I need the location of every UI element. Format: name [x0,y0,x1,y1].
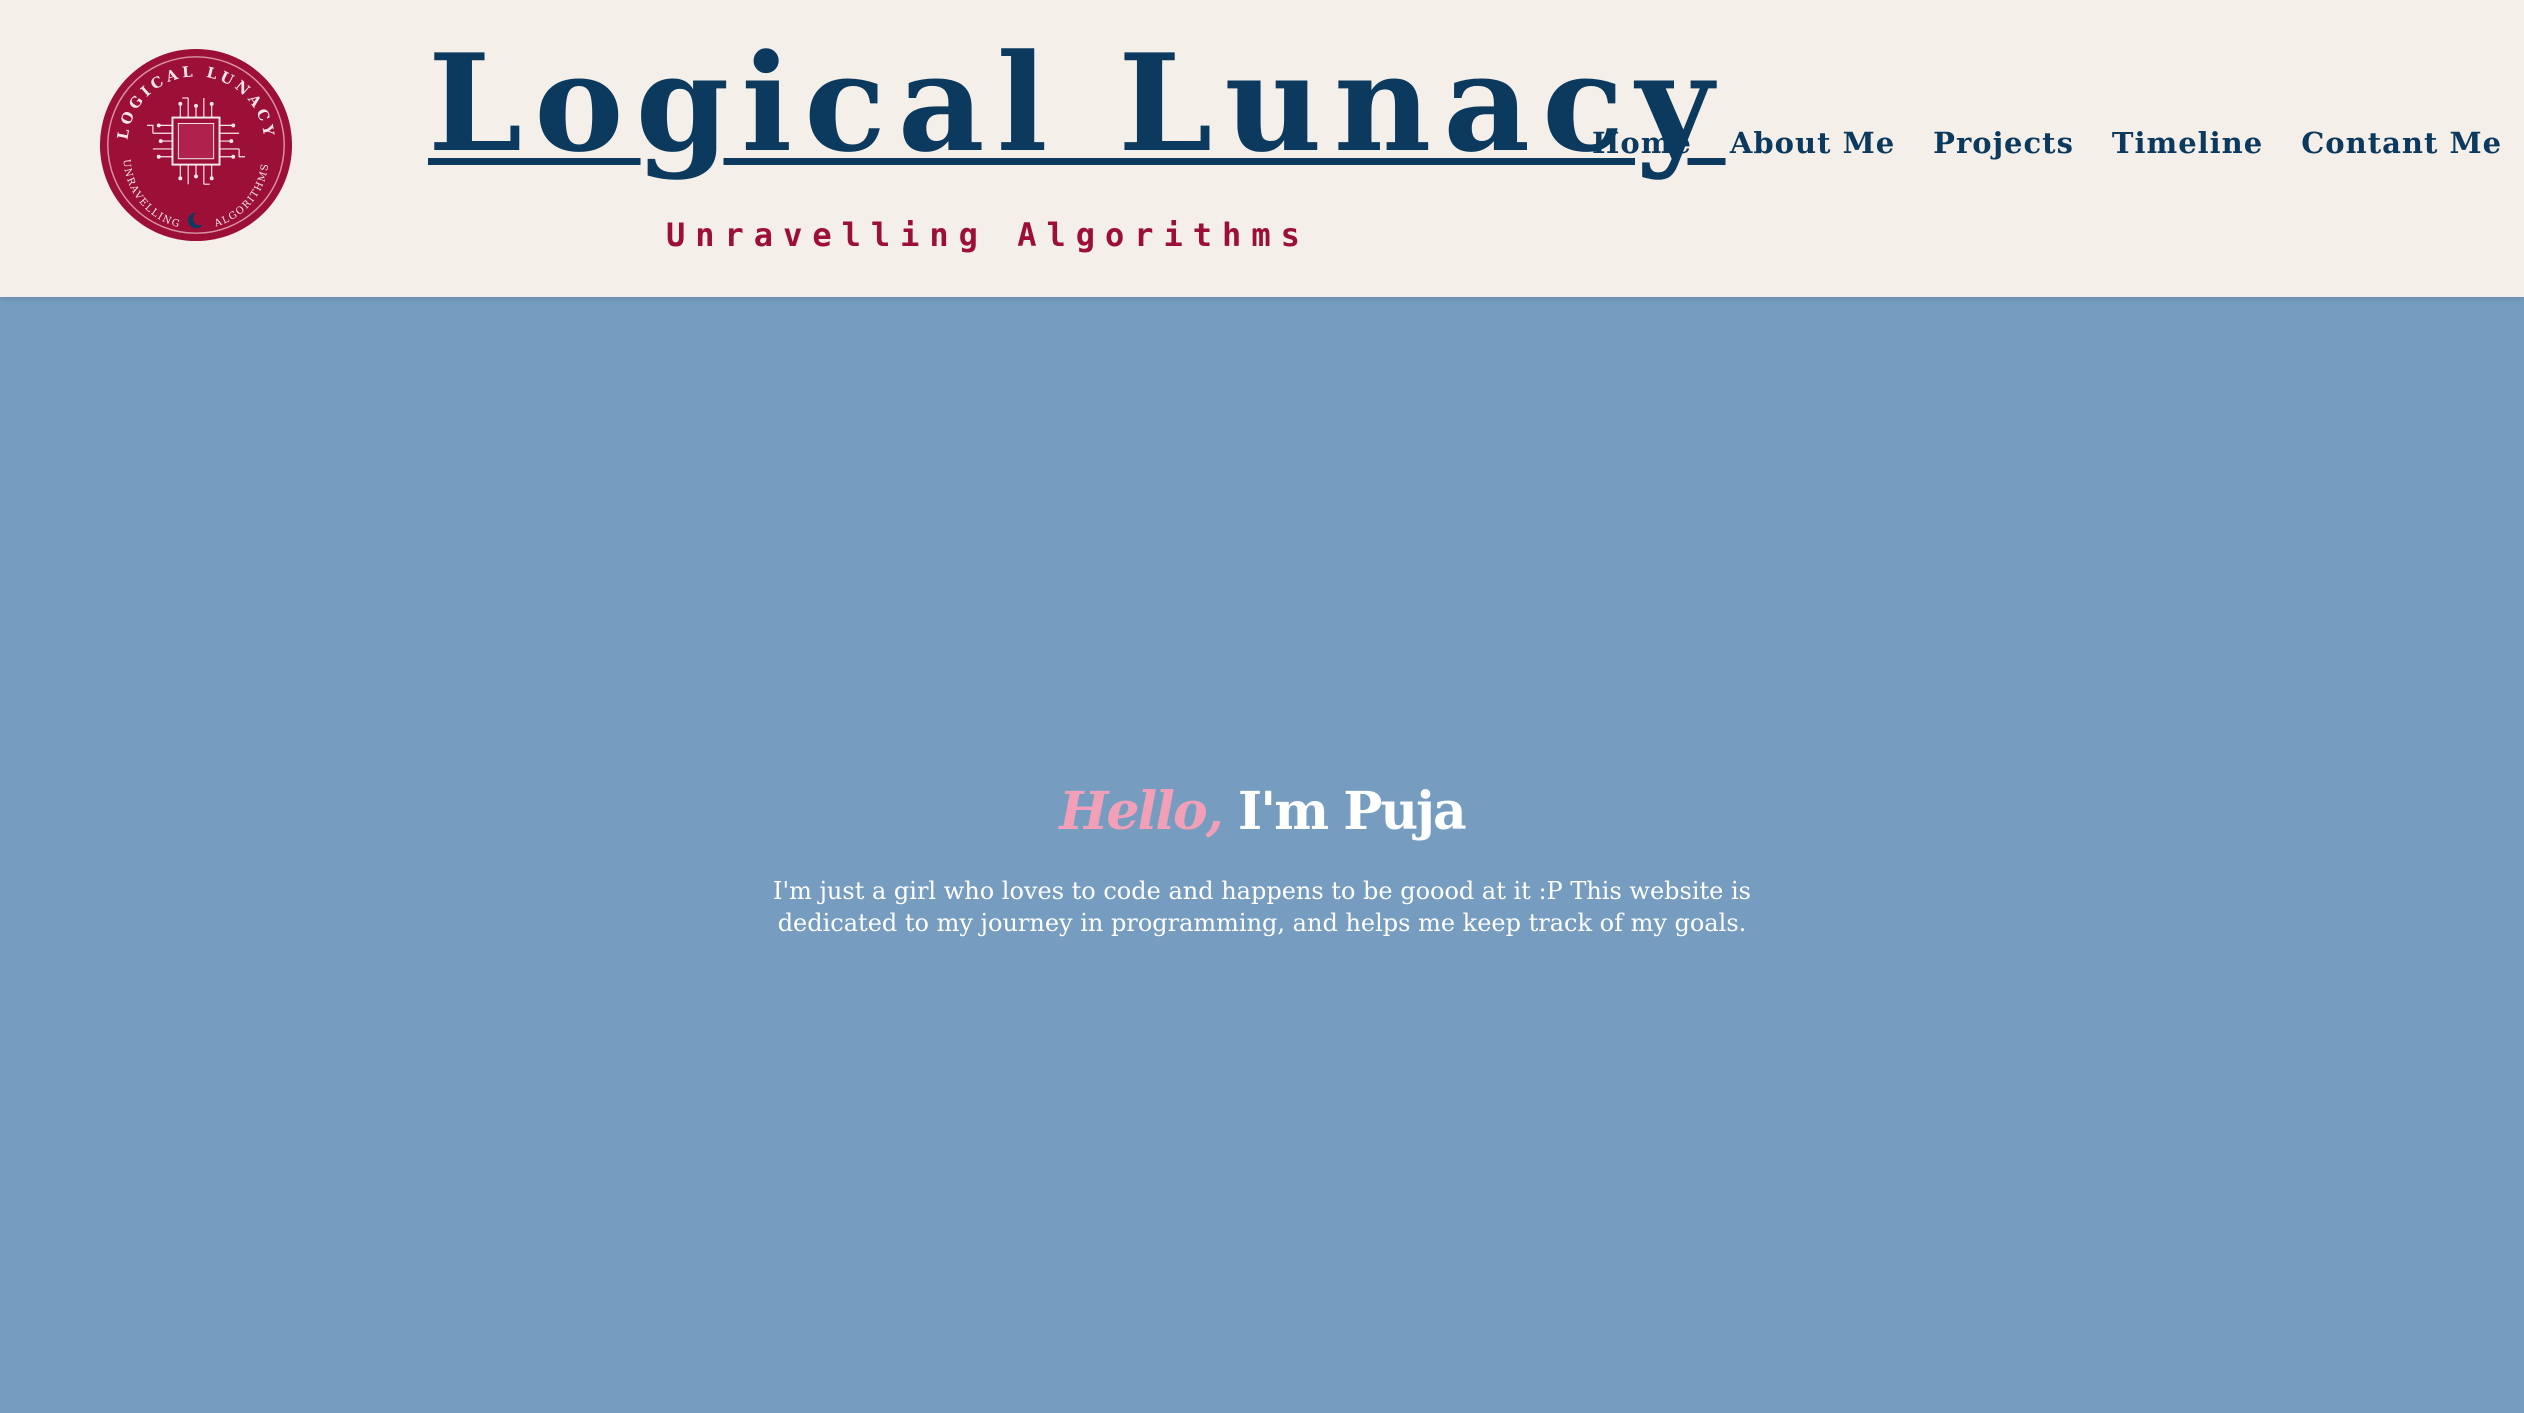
logo-badge[interactable]: LOGICAL LUNACY UNRAVELLING ALGORITHMS [98,47,294,243]
main-nav: Home About Me Projects Timeline Contant … [1592,126,2502,160]
hero-greeting: Hello, [1059,781,1224,842]
nav-link-contact-me[interactable]: Contant Me [2301,126,2502,160]
hero-content: Hello, I'm Puja I'm just a girl who love… [0,779,2524,939]
site-tagline: Unravelling Algorithms [666,216,1310,254]
circuit-chip-icon: LOGICAL LUNACY UNRAVELLING ALGORITHMS [99,48,293,242]
hero-section: Hello, I'm Puja I'm just a girl who love… [0,297,2524,1413]
site-title[interactable]: Logical Lunacy [428,18,1726,188]
hero-description: I'm just a girl who loves to code and ha… [773,877,1751,937]
nav-link-timeline[interactable]: Timeline [2112,126,2263,160]
nav-link-about-me[interactable]: About Me [1730,126,1895,160]
nav-link-projects[interactable]: Projects [1933,126,2074,160]
hero-name: I'm Puja [1237,781,1467,842]
site-header: LOGICAL LUNACY UNRAVELLING ALGORITHMS Lo… [0,0,2524,297]
nav-link-home[interactable]: Home [1592,126,1692,160]
hero-heading: Hello, I'm Puja [0,779,2524,845]
